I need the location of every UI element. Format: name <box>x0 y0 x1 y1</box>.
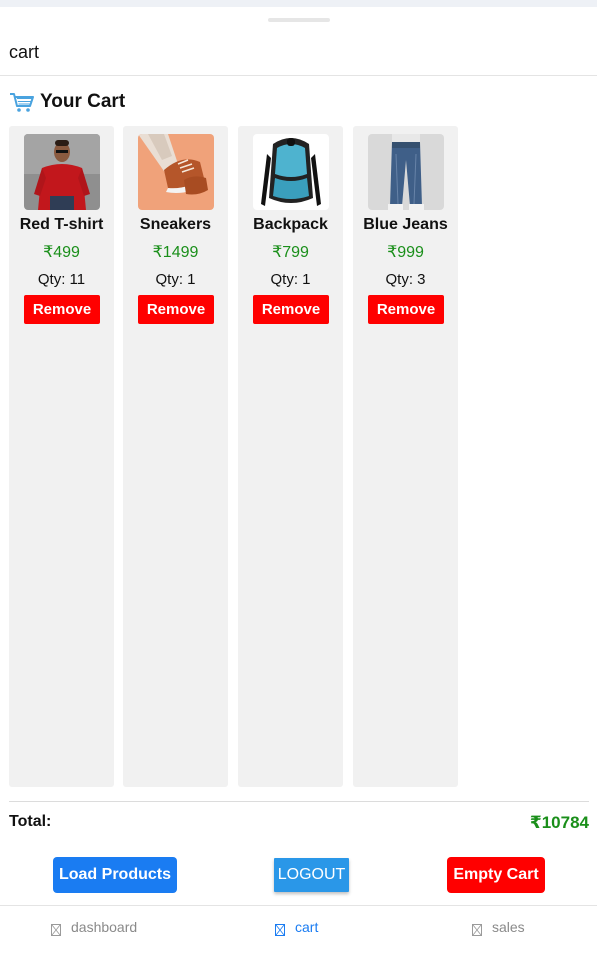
shopping-cart-icon <box>10 93 34 112</box>
page-title: cart <box>9 42 40 62</box>
qty-value: 1 <box>187 271 196 288</box>
item-qty: Qty: 11 <box>9 271 114 288</box>
qty-value: 1 <box>302 271 311 288</box>
qty-label: Qty: <box>385 271 418 288</box>
total-divider <box>9 801 589 802</box>
empty-cart-button[interactable]: Empty Cart <box>447 857 545 893</box>
item-price: ₹499 <box>43 244 80 261</box>
item-qty: Qty: 1 <box>123 271 228 288</box>
total-value: ₹10784 <box>529 813 589 832</box>
total-label: Total: <box>9 813 52 830</box>
item-price: ₹799 <box>272 244 309 261</box>
tab-label: cart <box>295 919 319 935</box>
sneakers-image <box>138 134 214 210</box>
item-price: ₹1499 <box>152 244 199 261</box>
item-name: Sneakers <box>139 216 212 233</box>
item-price: ₹999 <box>387 244 424 261</box>
qty-label: Qty: <box>270 271 303 288</box>
cart-item-card: Red T-shirt ₹499 Qty: 11 Remove <box>9 126 114 787</box>
tab-label: dashboard <box>71 919 138 935</box>
load-products-button[interactable]: Load Products <box>53 857 177 893</box>
bottom-tab-bar: dashboard cart sales <box>0 905 597 953</box>
blue-jeans-image <box>368 134 444 210</box>
page-header: cart <box>0 38 597 76</box>
cart-heading-label: Your Cart <box>40 91 126 112</box>
remove-button[interactable]: Remove <box>24 295 100 324</box>
item-qty: Qty: 1 <box>238 271 343 288</box>
cart-item-card: Backpack ₹799 Qty: 1 Remove <box>238 126 343 787</box>
qty-value: 11 <box>69 271 86 288</box>
item-qty: Qty: 3 <box>353 271 458 288</box>
missing-image-icon <box>472 924 482 936</box>
red-tshirt-image <box>24 134 100 210</box>
tab-cart[interactable]: cart <box>275 918 318 936</box>
logout-button[interactable]: LOGOUT <box>274 858 349 892</box>
remove-button[interactable]: Remove <box>253 295 329 324</box>
tab-dashboard[interactable]: dashboard <box>51 918 137 936</box>
tab-label: sales <box>492 919 525 935</box>
backpack-image <box>253 134 329 210</box>
item-name: Red T-shirt <box>19 216 104 233</box>
cart-heading: Your Cart <box>9 90 125 114</box>
cart-item-card: Blue Jeans ₹999 Qty: 3 Remove <box>353 126 458 787</box>
item-name: Backpack <box>253 216 328 233</box>
item-name: Blue Jeans <box>363 216 448 233</box>
remove-button[interactable]: Remove <box>368 295 444 324</box>
qty-label: Qty: <box>37 271 70 288</box>
missing-image-icon <box>275 924 285 936</box>
missing-image-icon <box>51 924 61 936</box>
remove-button[interactable]: Remove <box>138 295 214 324</box>
tab-sales[interactable]: sales <box>472 918 525 936</box>
status-strip <box>0 0 597 7</box>
qty-value: 3 <box>417 271 426 288</box>
cart-item-card: Sneakers ₹1499 Qty: 1 Remove <box>123 126 228 787</box>
qty-label: Qty: <box>155 271 188 288</box>
sheet-drag-handle[interactable] <box>268 18 330 22</box>
